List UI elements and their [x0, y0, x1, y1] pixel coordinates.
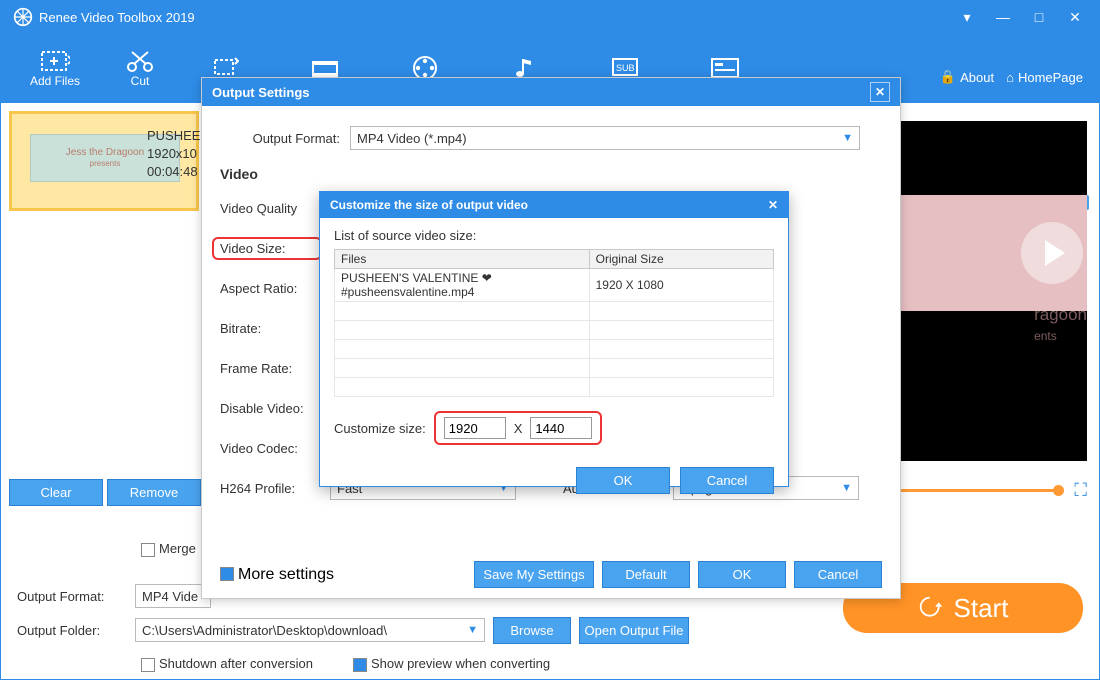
homepage-label: HomePage: [1018, 70, 1083, 85]
titlebar: Renee Video Toolbox 2019 ▾ — □ ✕: [1, 1, 1099, 33]
output-folder-select[interactable]: C:\Users\Administrator\Desktop\download\…: [135, 618, 485, 642]
chevron-down-icon: ▼: [841, 482, 852, 494]
chevron-down-icon: ▼: [842, 132, 853, 144]
more-settings-checkbox[interactable]: [220, 567, 234, 581]
more-settings-label: More settings: [238, 566, 334, 583]
output-format-label: Output Format:: [17, 589, 127, 604]
preview-brand: ragoon: [1034, 305, 1087, 324]
m2-cancel-button[interactable]: Cancel: [680, 467, 774, 494]
video-codec-label: Video Codec:: [220, 441, 330, 456]
th-size: Original Size: [589, 250, 773, 269]
width-input[interactable]: [444, 417, 506, 439]
window-dropdown-button[interactable]: ▾: [949, 9, 985, 26]
about-link[interactable]: 🔒 About: [940, 69, 994, 85]
aspect-ratio-label: Aspect Ratio:: [220, 281, 330, 296]
add-files-label: Add Files: [30, 74, 80, 88]
add-files-icon: [40, 48, 70, 74]
table-row: [335, 340, 774, 359]
m1-output-format-select[interactable]: MP4 Video (*.mp4) ▼: [350, 126, 860, 150]
output-folder-label: Output Folder:: [17, 623, 127, 638]
table-row: [335, 321, 774, 340]
output-settings-header: Output Settings ✕: [202, 78, 900, 106]
customize-size-title: Customize the size of output video: [330, 198, 528, 212]
table-row: [335, 359, 774, 378]
window-close-button[interactable]: ✕: [1057, 9, 1093, 26]
shutdown-label: Shutdown after conversion: [159, 656, 313, 671]
open-output-button[interactable]: Open Output File: [579, 617, 689, 644]
customize-size-close-button[interactable]: ✕: [768, 198, 778, 212]
output-folder-value: C:\Users\Administrator\Desktop\download\: [142, 623, 387, 638]
default-button[interactable]: Default: [602, 561, 690, 588]
output-format-value: MP4 Vide: [142, 589, 198, 604]
table-row[interactable]: PUSHEEN'S VALENTINE ❤ #pusheensvalentine…: [335, 269, 774, 302]
video-size-label: Video Size:: [212, 237, 322, 260]
volume-slider[interactable]: [882, 489, 1065, 492]
scissors-icon: [125, 48, 155, 74]
app-logo-icon: [13, 7, 33, 27]
play-button[interactable]: [1021, 222, 1083, 284]
customize-size-label: Customize size:: [334, 421, 426, 436]
customize-size-header: Customize the size of output video ✕: [320, 192, 788, 218]
table-row: [335, 302, 774, 321]
cell-size: 1920 X 1080: [589, 269, 773, 302]
video-heading: Video: [220, 166, 882, 182]
list-label: List of source video size:: [334, 228, 774, 243]
m1-ok-button[interactable]: OK: [698, 561, 786, 588]
th-files: Files: [335, 250, 590, 269]
h264-profile-label: H264 Profile:: [220, 481, 330, 496]
add-files-button[interactable]: Add Files: [5, 33, 105, 103]
source-size-table: FilesOriginal Size PUSHEEN'S VALENTINE ❤…: [334, 249, 774, 397]
height-input[interactable]: [530, 417, 592, 439]
about-label: About: [960, 70, 994, 85]
cut-button[interactable]: Cut: [105, 33, 175, 103]
disable-video-label: Disable Video:: [220, 401, 330, 416]
save-settings-button[interactable]: Save My Settings: [474, 561, 594, 588]
app-title: Renee Video Toolbox 2019: [39, 10, 949, 25]
m1-cancel-button[interactable]: Cancel: [794, 561, 882, 588]
remove-button[interactable]: Remove: [107, 479, 201, 506]
show-preview-checkbox[interactable]: [353, 658, 367, 672]
merge-checkbox[interactable]: [141, 543, 155, 557]
customize-size-dialog: Customize the size of output video ✕ Lis…: [319, 191, 789, 487]
table-row: [335, 378, 774, 397]
bitrate-label: Bitrate:: [220, 321, 330, 336]
m1-output-format-value: MP4 Video (*.mp4): [357, 131, 467, 146]
preview-brand-sub: ents: [1034, 329, 1057, 343]
homepage-link[interactable]: ⌂ HomePage: [1006, 70, 1083, 85]
x-separator: X: [514, 421, 523, 436]
output-settings-title: Output Settings: [212, 85, 310, 100]
window-minimize-button[interactable]: —: [985, 9, 1021, 25]
show-preview-label: Show preview when converting: [371, 656, 550, 671]
m2-ok-button[interactable]: OK: [576, 467, 670, 494]
fullscreen-icon[interactable]: ⛶: [1074, 480, 1087, 501]
video-quality-label: Video Quality: [220, 201, 330, 216]
cell-file: PUSHEEN'S VALENTINE ❤ #pusheensvalentine…: [335, 269, 590, 302]
home-icon: ⌂: [1006, 70, 1014, 85]
merge-label: Merge: [159, 541, 196, 556]
svg-text:SUB: SUB: [616, 63, 635, 73]
browse-button[interactable]: Browse: [493, 617, 571, 644]
lock-icon: 🔒: [940, 69, 956, 85]
customize-size-inputs: X: [434, 411, 603, 445]
window-maximize-button[interactable]: □: [1021, 9, 1057, 25]
start-label: Start: [954, 593, 1009, 624]
cut-label: Cut: [131, 74, 150, 88]
m1-output-format-label: Output Format:: [220, 131, 350, 146]
clear-button[interactable]: Clear: [9, 479, 103, 506]
output-settings-close-button[interactable]: ✕: [870, 82, 890, 102]
chevron-down-icon: ▼: [467, 624, 478, 636]
output-format-select[interactable]: MP4 Vide: [135, 584, 211, 608]
refresh-icon: [918, 595, 944, 621]
shutdown-checkbox[interactable]: [141, 658, 155, 672]
frame-rate-label: Frame Rate:: [220, 361, 330, 376]
